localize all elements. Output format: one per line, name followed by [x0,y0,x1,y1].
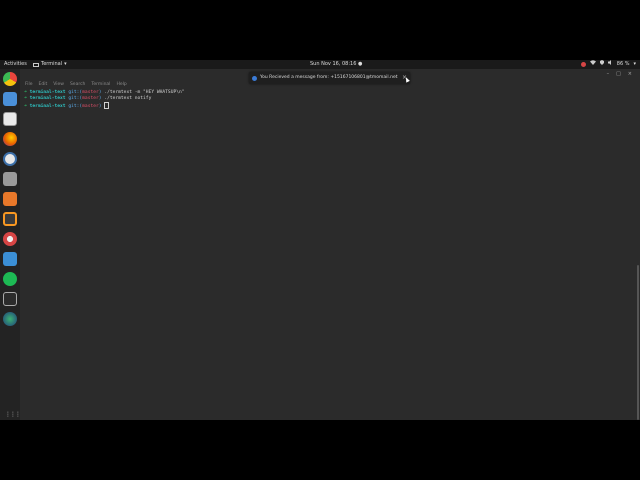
prompt-path: terminal-text [29,104,66,109]
prompt-git: git:( [68,90,83,95]
shield-icon [599,60,604,69]
terminal-menubar: File Edit View Search Terminal Help [25,82,127,87]
software-center-icon[interactable] [3,192,17,206]
maximize-button[interactable]: □ [616,71,621,77]
chevron-down-icon: ▾ [64,61,67,67]
show-apps-icon[interactable]: ⋮⋮⋮ [5,412,21,418]
firefox-icon[interactable] [3,132,17,146]
system-tray[interactable]: 86 % ▾ [580,60,636,69]
record-icon[interactable] [580,62,586,67]
prompt-branch: master [82,104,99,109]
terminal-output[interactable]: ➜ terminal-text git:(master) ./termtext … [24,90,185,110]
menu-terminal[interactable]: Terminal [91,82,110,87]
volume-icon [607,60,613,69]
menu-help[interactable]: Help [116,82,126,87]
camera-icon[interactable] [3,172,17,186]
network-icon [589,60,596,69]
files-icon[interactable] [3,92,17,106]
notification-text: You Recieved a message from: +1516710680… [260,75,398,80]
sublime-icon[interactable] [3,212,17,226]
settings-icon[interactable] [3,232,17,246]
app-menu[interactable]: Terminal ▾ [33,60,67,69]
top-bar: Activities Terminal ▾ Sun Nov 16, 08:16 … [0,60,640,69]
prompt-arrow: ➜ [24,104,27,109]
info-icon [252,75,257,81]
battery-label: 86 % [616,61,630,67]
prompt-arrow: ➜ [24,96,27,101]
terminal-icon[interactable] [3,292,17,306]
window-controls: – □ × [607,71,632,77]
prompt-arrow: ➜ [24,90,27,95]
notification-banner[interactable]: You Recieved a message from: +1516710680… [249,72,410,84]
dock: ⋮⋮⋮ [0,69,21,420]
menu-view[interactable]: View [53,82,64,87]
chrome-icon[interactable] [3,72,17,86]
prompt-branch: master [82,90,99,95]
app-menu-label: Terminal [41,61,63,67]
terminal-line: ➜ terminal-text git:(master) [24,102,185,110]
prompt-git: git:( [68,96,83,101]
clock-icon[interactable] [3,152,17,166]
clock[interactable]: Sun Nov 16, 08:16 ● [310,60,362,69]
command-text: ./termtext notify [101,96,152,101]
menu-edit[interactable]: Edit [39,82,48,87]
globe-icon[interactable] [3,312,17,326]
terminal-scrollbar[interactable] [637,265,639,420]
spotify-icon[interactable] [3,272,17,286]
prompt-path: terminal-text [29,96,66,101]
text-cursor [104,102,110,109]
prompt-branch: master [82,96,99,101]
close-button[interactable]: × [628,71,632,77]
prompt-path: terminal-text [29,90,66,95]
menu-file[interactable]: File [25,82,33,87]
text-editor-icon[interactable] [3,112,17,126]
terminal-small-icon [33,62,39,67]
terminal-window[interactable]: – □ × File Edit View Search Terminal Hel… [20,69,640,420]
tasks-icon[interactable] [3,252,17,266]
activities-button[interactable]: Activities [4,60,27,69]
prompt-git: git:( [68,104,83,109]
desktop-screen: Activities Terminal ▾ Sun Nov 16, 08:16 … [0,60,640,420]
menu-search[interactable]: Search [70,82,85,87]
command-text: ./termtext -m "HEY WHATSUP\n" [101,90,185,95]
minimize-button[interactable]: – [607,71,610,77]
chevron-down-icon: ▾ [633,61,636,67]
